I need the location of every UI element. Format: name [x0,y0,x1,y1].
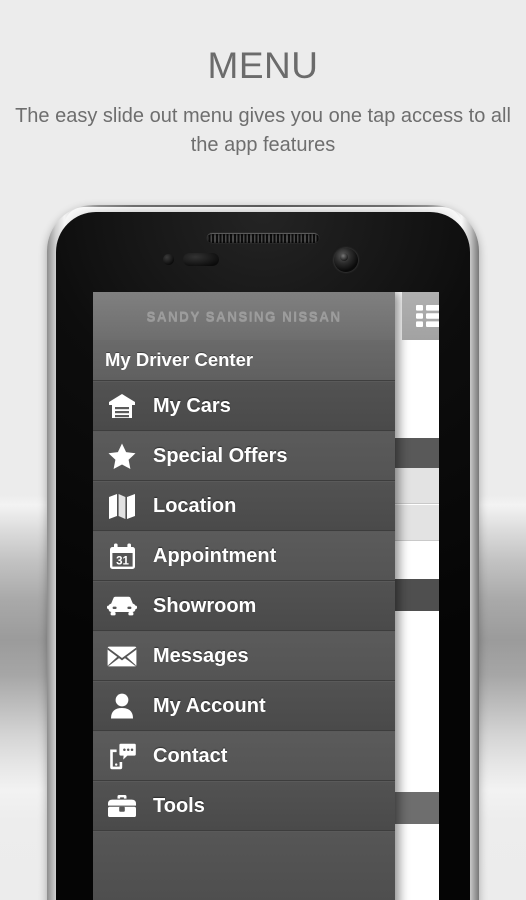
brand-title: SANDY SANSING NISSAN [146,308,342,324]
map-icon [105,490,139,522]
menu-item-contact[interactable]: Contact [93,731,395,781]
menu-item-messages[interactable]: Messages [93,631,395,681]
phone-bezel: Acc Em Log N [56,212,470,900]
calendar-icon: 31 [105,540,139,572]
app-brand-bar: SANDY SANSING NISSAN [93,292,395,340]
menu-item-special-offers[interactable]: Special Offers [93,431,395,481]
menu-item-label: My Account [153,694,266,717]
drawer-empty-area [93,831,395,900]
light-sensor-icon [163,254,174,265]
menu-item-location[interactable]: Location [93,481,395,531]
front-camera-icon [334,248,358,272]
earpiece-speaker-icon [207,233,319,243]
list-menu-icon [415,305,439,327]
menu-item-label: Contact [153,744,228,767]
page-title: MENU [207,45,319,86]
drawer-section-header: My Driver Center [93,340,395,381]
phone-mockup: Acc Em Log N [47,205,479,900]
menu-item-label: Messages [153,644,249,667]
page-subtitle: The easy slide out menu gives you one ta… [15,105,511,156]
star-icon [105,440,139,472]
garage-icon [105,390,139,422]
menu-toggle-button[interactable] [402,292,439,340]
slide-out-menu-drawer: SANDY SANSING NISSAN My Driver Center My… [93,292,395,900]
toolbox-icon [105,790,139,822]
svg-text:31: 31 [116,555,129,567]
person-icon [105,690,139,722]
menu-item-label: Special Offers [153,444,288,467]
envelope-icon [105,640,139,672]
phone-chat-icon [105,740,139,772]
menu-item-tools[interactable]: Tools [93,781,395,831]
menu-item-showroom[interactable]: Showroom [93,581,395,631]
menu-item-label: My Cars [153,394,231,417]
menu-item-label: Location [153,494,237,517]
menu-item-my-account[interactable]: My Account [93,681,395,731]
menu-item-appointment[interactable]: 31 Appointment [93,531,395,581]
menu-item-label: Appointment [153,544,277,567]
menu-item-my-cars[interactable]: My Cars [93,381,395,431]
promo-header: MENU The easy slide out menu gives you o… [0,0,526,160]
phone-screen: Acc Em Log N [93,292,439,900]
menu-item-label: Tools [153,794,205,817]
car-icon [105,590,139,622]
menu-item-label: Showroom [153,594,257,617]
drawer-section-title: My Driver Center [105,349,254,370]
proximity-sensor-icon [183,253,219,266]
